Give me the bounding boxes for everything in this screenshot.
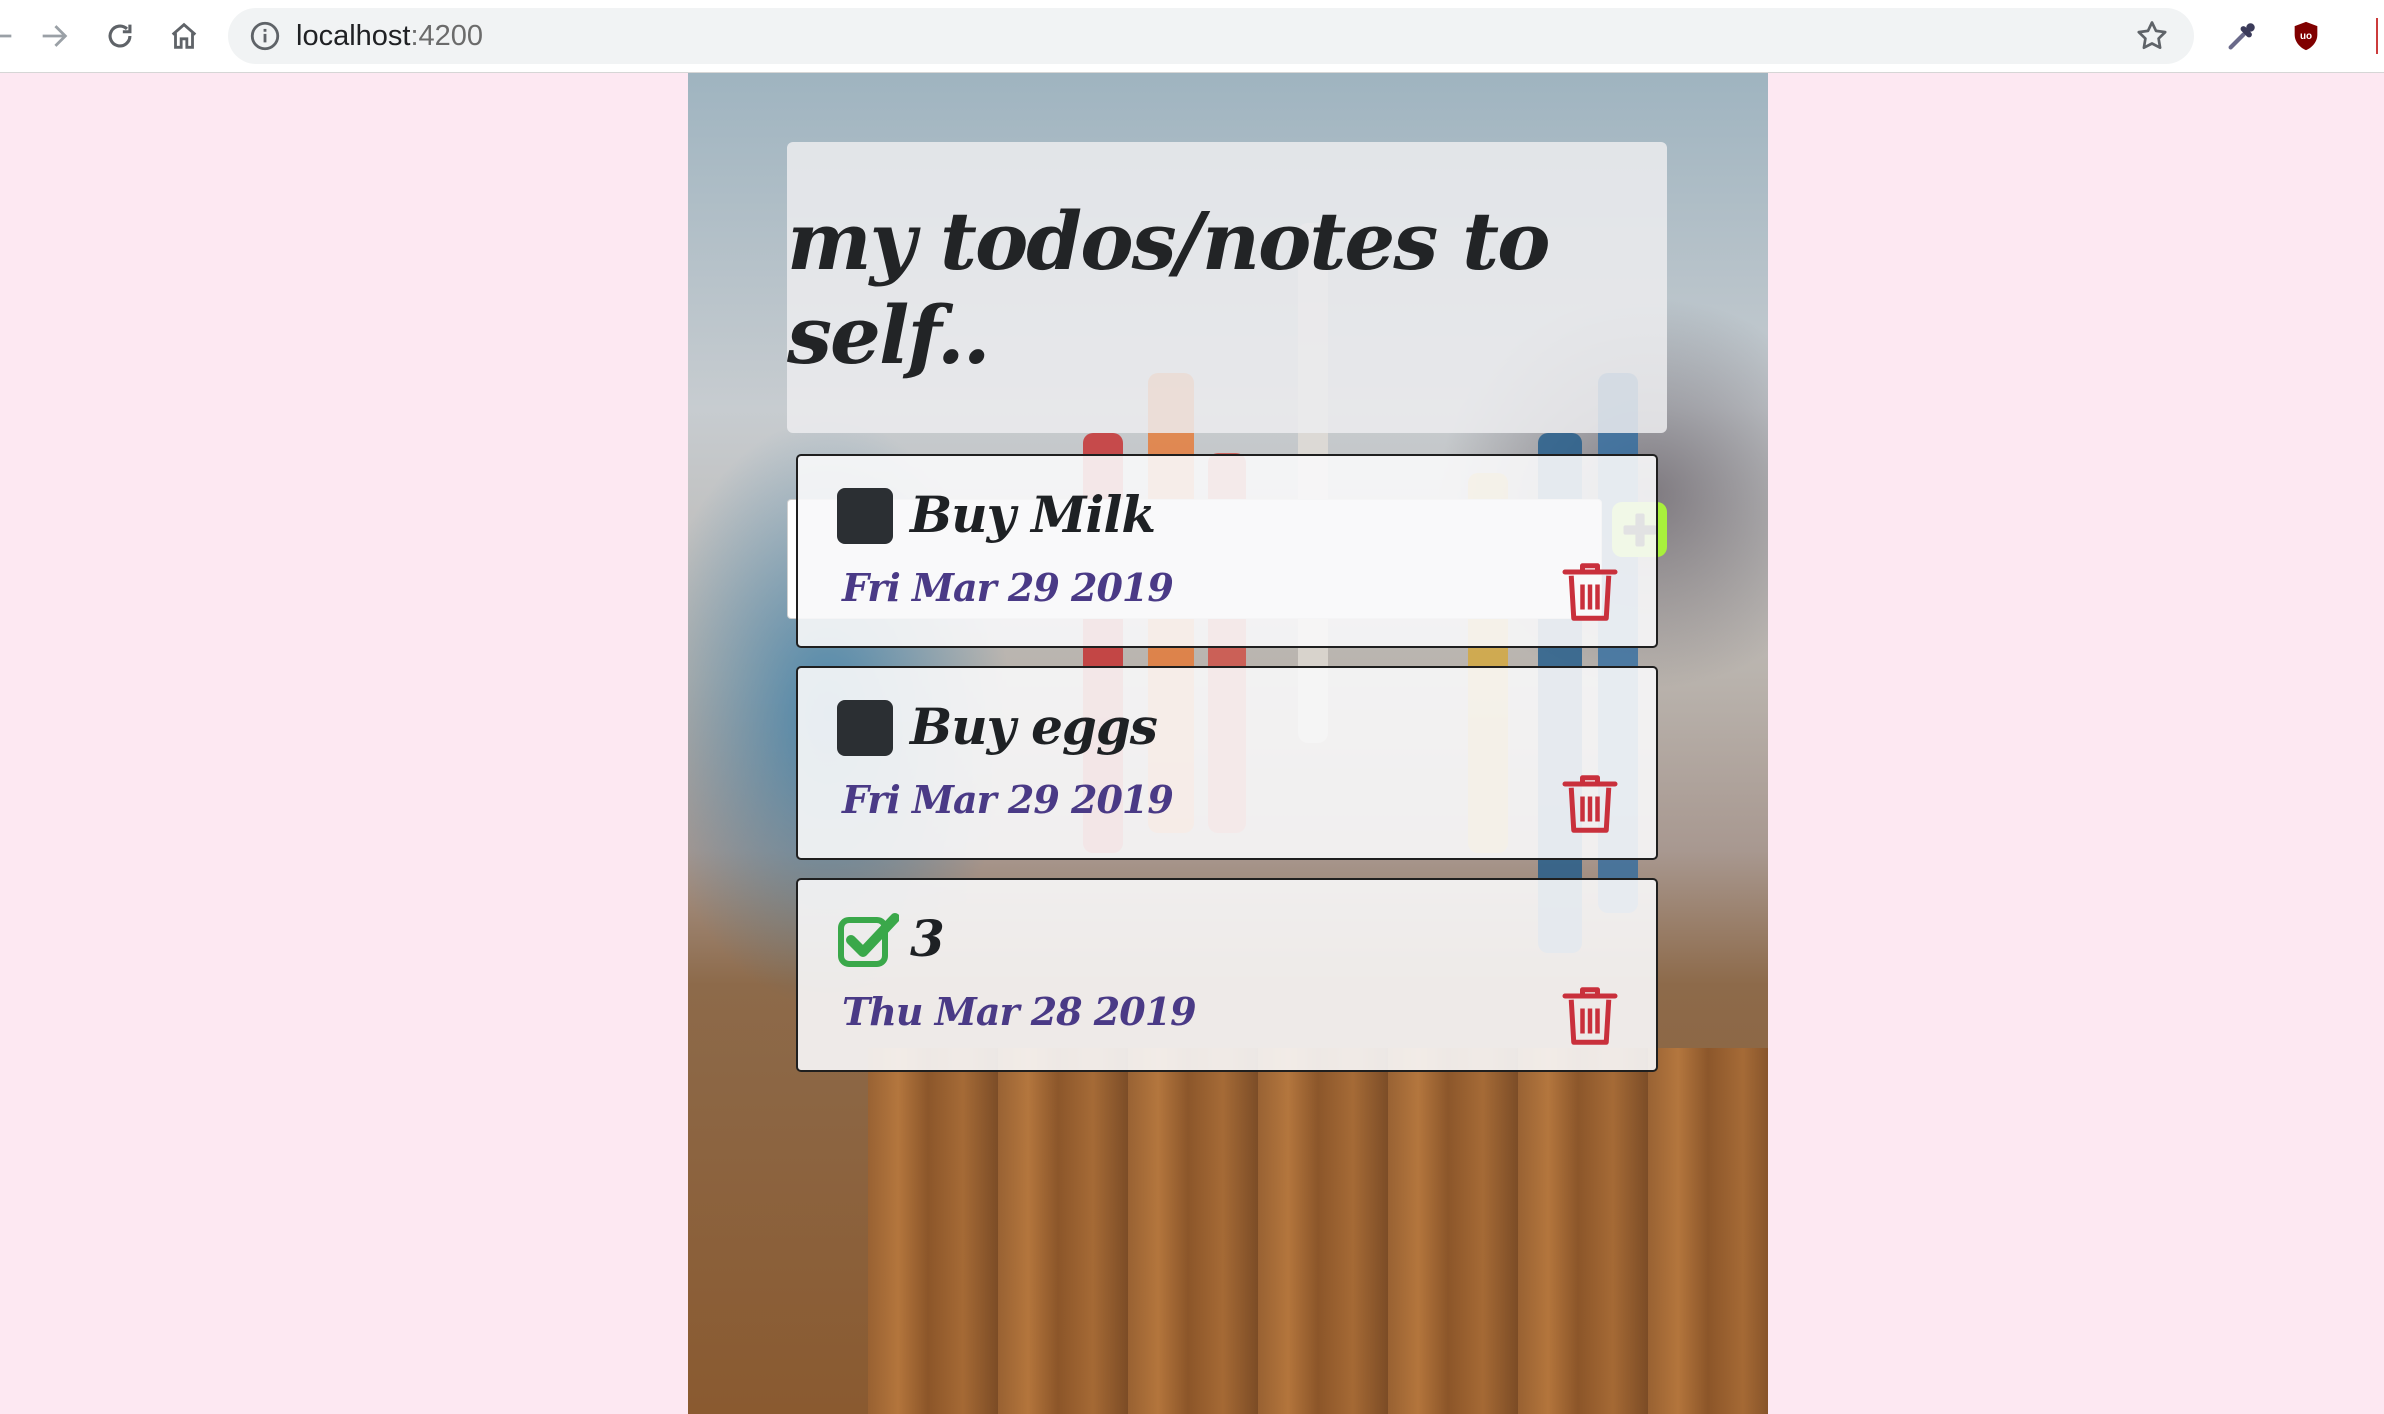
page-title: my todos/notes to self.. <box>787 193 1550 382</box>
todo-date: Fri Mar 29 2019 <box>842 565 1174 610</box>
url-port: :4200 <box>410 20 484 52</box>
todo-checkbox[interactable] <box>837 700 893 756</box>
eyedropper-icon[interactable] <box>2220 14 2264 58</box>
url-text[interactable]: localhost:4200 <box>296 8 483 64</box>
delete-todo-button[interactable] <box>1560 559 1620 625</box>
home-icon[interactable] <box>162 14 206 58</box>
todo-item: 3 Thu Mar 28 2019 <box>796 878 1658 1072</box>
header-card: my todos/notes to self.. <box>787 142 1667 433</box>
ublock-icon[interactable]: uo <box>2284 14 2328 58</box>
info-icon[interactable] <box>248 19 282 53</box>
todo-title: Buy Milk <box>910 485 1156 544</box>
reload-icon[interactable] <box>98 14 142 58</box>
todo-item: Buy Milk Fri Mar 29 2019 <box>796 454 1658 648</box>
address-bar[interactable]: localhost:4200 <box>228 8 2194 64</box>
back-arrow-icon[interactable] <box>0 14 22 58</box>
url-host: localhost <box>296 20 411 52</box>
svg-text:uo: uo <box>2300 31 2312 42</box>
trash-icon <box>1562 987 1618 1045</box>
star-icon[interactable] <box>2134 18 2170 54</box>
background-wood <box>868 1048 1768 1414</box>
trash-icon <box>1562 563 1618 621</box>
toolbar-separator <box>2376 18 2378 54</box>
browser-toolbar: localhost:4200 uo <box>0 0 2384 73</box>
todo-checkbox-checked[interactable] <box>837 912 899 968</box>
forward-arrow-icon[interactable] <box>32 14 76 58</box>
todo-date: Thu Mar 28 2019 <box>842 989 1197 1034</box>
todo-title: Buy eggs <box>910 697 1158 756</box>
trash-icon <box>1562 775 1618 833</box>
todo-date: Fri Mar 29 2019 <box>842 777 1174 822</box>
todo-checkbox[interactable] <box>837 488 893 544</box>
todo-title: 3 <box>910 909 945 968</box>
delete-todo-button[interactable] <box>1560 983 1620 1049</box>
todo-app: my todos/notes to self.. Buy Milk Fri Ma… <box>688 73 1768 1414</box>
todo-item: Buy eggs Fri Mar 29 2019 <box>796 666 1658 860</box>
check-square-icon <box>838 913 899 967</box>
delete-todo-button[interactable] <box>1560 771 1620 837</box>
